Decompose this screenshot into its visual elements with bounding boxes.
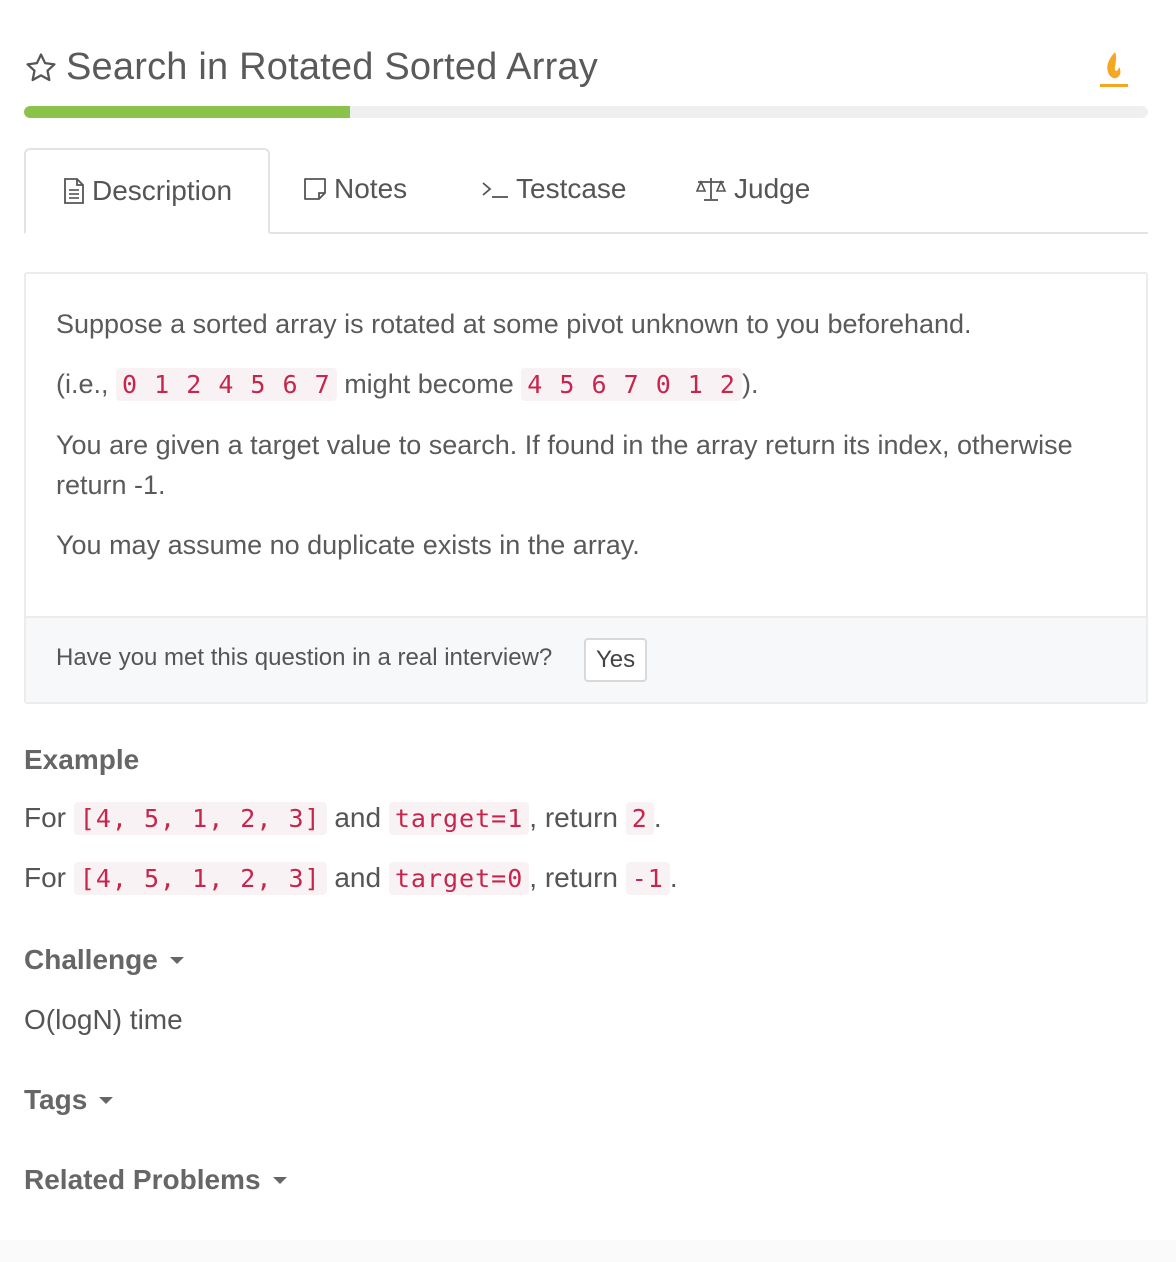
text-fragment: (i.e.,	[56, 369, 117, 399]
tab-testcase[interactable]: Testcase	[480, 148, 627, 230]
related-problems-heading-label: Related Problems	[24, 1164, 261, 1195]
document-icon	[64, 178, 84, 204]
description-paragraph: Suppose a sorted array is rotated at som…	[56, 309, 972, 339]
flame-icon[interactable]	[1098, 48, 1130, 90]
description-body: Suppose a sorted array is rotated at som…	[56, 304, 1116, 585]
description-paragraph: You may assume no duplicate exists in th…	[56, 530, 640, 560]
yes-button[interactable]: Yes	[584, 638, 648, 682]
example-heading: Example	[24, 744, 139, 776]
tab-description[interactable]: Description	[24, 148, 270, 234]
text-fragment: and	[326, 802, 389, 833]
challenge-text: O(logN) time	[24, 1004, 183, 1035]
title-row: Search in Rotated Sorted Array	[24, 46, 598, 89]
code-array: [4, 5, 1, 2, 3]	[73, 862, 327, 895]
related-problems-toggle[interactable]: Related Problems	[24, 1164, 287, 1196]
text-fragment: , return	[529, 862, 626, 893]
code-target: target=1	[388, 802, 530, 835]
interview-question-text: Have you met this question in a real int…	[56, 644, 553, 671]
tab-testcase-label: Testcase	[516, 173, 627, 204]
tab-judge-label: Judge	[734, 173, 811, 204]
example-heading-label: Example	[24, 744, 140, 775]
tags-toggle[interactable]: Tags	[24, 1084, 114, 1116]
challenge-toggle[interactable]: Challenge	[24, 944, 184, 976]
text-fragment: and	[326, 862, 389, 893]
code-target: target=0	[388, 862, 530, 895]
tab-description-label: Description	[91, 175, 233, 206]
tab-notes-label: Notes	[334, 173, 408, 204]
code-array: [4, 5, 1, 2, 3]	[73, 802, 327, 835]
description-panel: Suppose a sorted array is rotated at som…	[24, 272, 1148, 704]
text-fragment: For	[24, 862, 74, 893]
caret-down-icon	[99, 1096, 114, 1104]
text-fragment: might become	[336, 369, 522, 399]
code-result: 2	[625, 802, 654, 835]
page-title: Search in Rotated Sorted Array	[66, 46, 598, 88]
tab-judge[interactable]: Judge	[694, 148, 810, 230]
tab-notes[interactable]: Notes	[302, 148, 407, 230]
challenge-heading-label: Challenge	[24, 944, 158, 975]
caret-down-icon	[169, 956, 184, 964]
code-rotated-array: 4 5 6 7 0 1 2	[521, 368, 742, 401]
text-fragment: , return	[529, 802, 626, 833]
caret-down-icon	[272, 1176, 287, 1184]
problem-header: Search in Rotated Sorted Array	[24, 40, 1148, 96]
text-fragment: .	[653, 802, 662, 833]
tab-bar: Description Notes Testcase Judge	[24, 148, 1148, 234]
scale-icon	[695, 178, 727, 201]
description-example-paragraph: (i.e., 0 1 2 4 5 6 7 might become 4 5 6 …	[56, 364, 1116, 405]
page-bottom-strip	[0, 1240, 1176, 1262]
interview-question-footer: Have you met this question in a real int…	[26, 616, 1146, 702]
progress-fill	[24, 106, 350, 118]
text-fragment: ).	[741, 369, 759, 399]
text-fragment: .	[669, 862, 678, 893]
example-line: For [4, 5, 1, 2, 3] and target=1, return…	[24, 802, 662, 835]
tags-heading-label: Tags	[24, 1084, 88, 1115]
text-fragment: For	[24, 802, 74, 833]
star-icon[interactable]	[24, 51, 58, 85]
code-result: -1	[625, 862, 670, 895]
description-paragraph: You are given a target value to search. …	[56, 430, 1073, 500]
terminal-icon	[482, 182, 508, 198]
note-icon	[304, 178, 326, 200]
example-line: For [4, 5, 1, 2, 3] and target=0, return…	[24, 862, 678, 895]
code-original-array: 0 1 2 4 5 6 7	[116, 368, 337, 401]
progress-bar	[24, 106, 1148, 118]
